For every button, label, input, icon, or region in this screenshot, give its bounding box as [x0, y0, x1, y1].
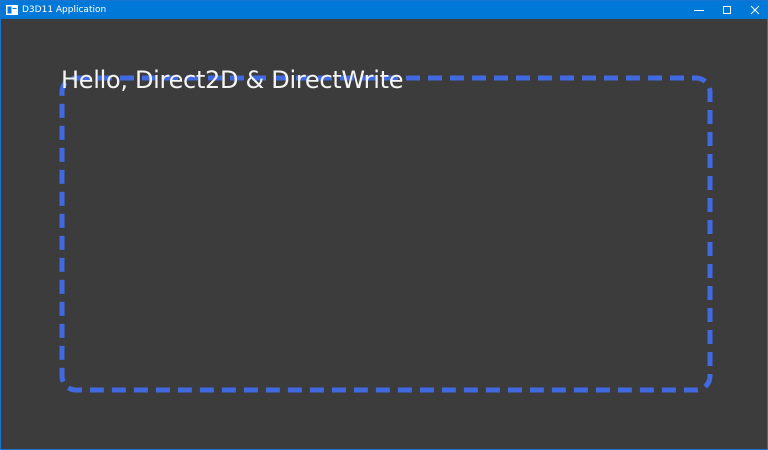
minimize-button[interactable]	[685, 1, 713, 19]
app-window: D3D11 Application Hello, Direct2D & Dire…	[0, 0, 768, 450]
hello-text: Hello, Direct2D & DirectWrite	[61, 66, 404, 94]
close-button[interactable]	[741, 1, 767, 19]
maximize-button[interactable]	[713, 1, 741, 19]
window-title: D3D11 Application	[22, 5, 107, 15]
maximize-icon	[723, 6, 731, 14]
title-bar[interactable]: D3D11 Application	[1, 1, 767, 19]
minimize-icon	[694, 10, 704, 11]
window-app-icon	[6, 5, 18, 15]
close-icon	[750, 5, 760, 15]
